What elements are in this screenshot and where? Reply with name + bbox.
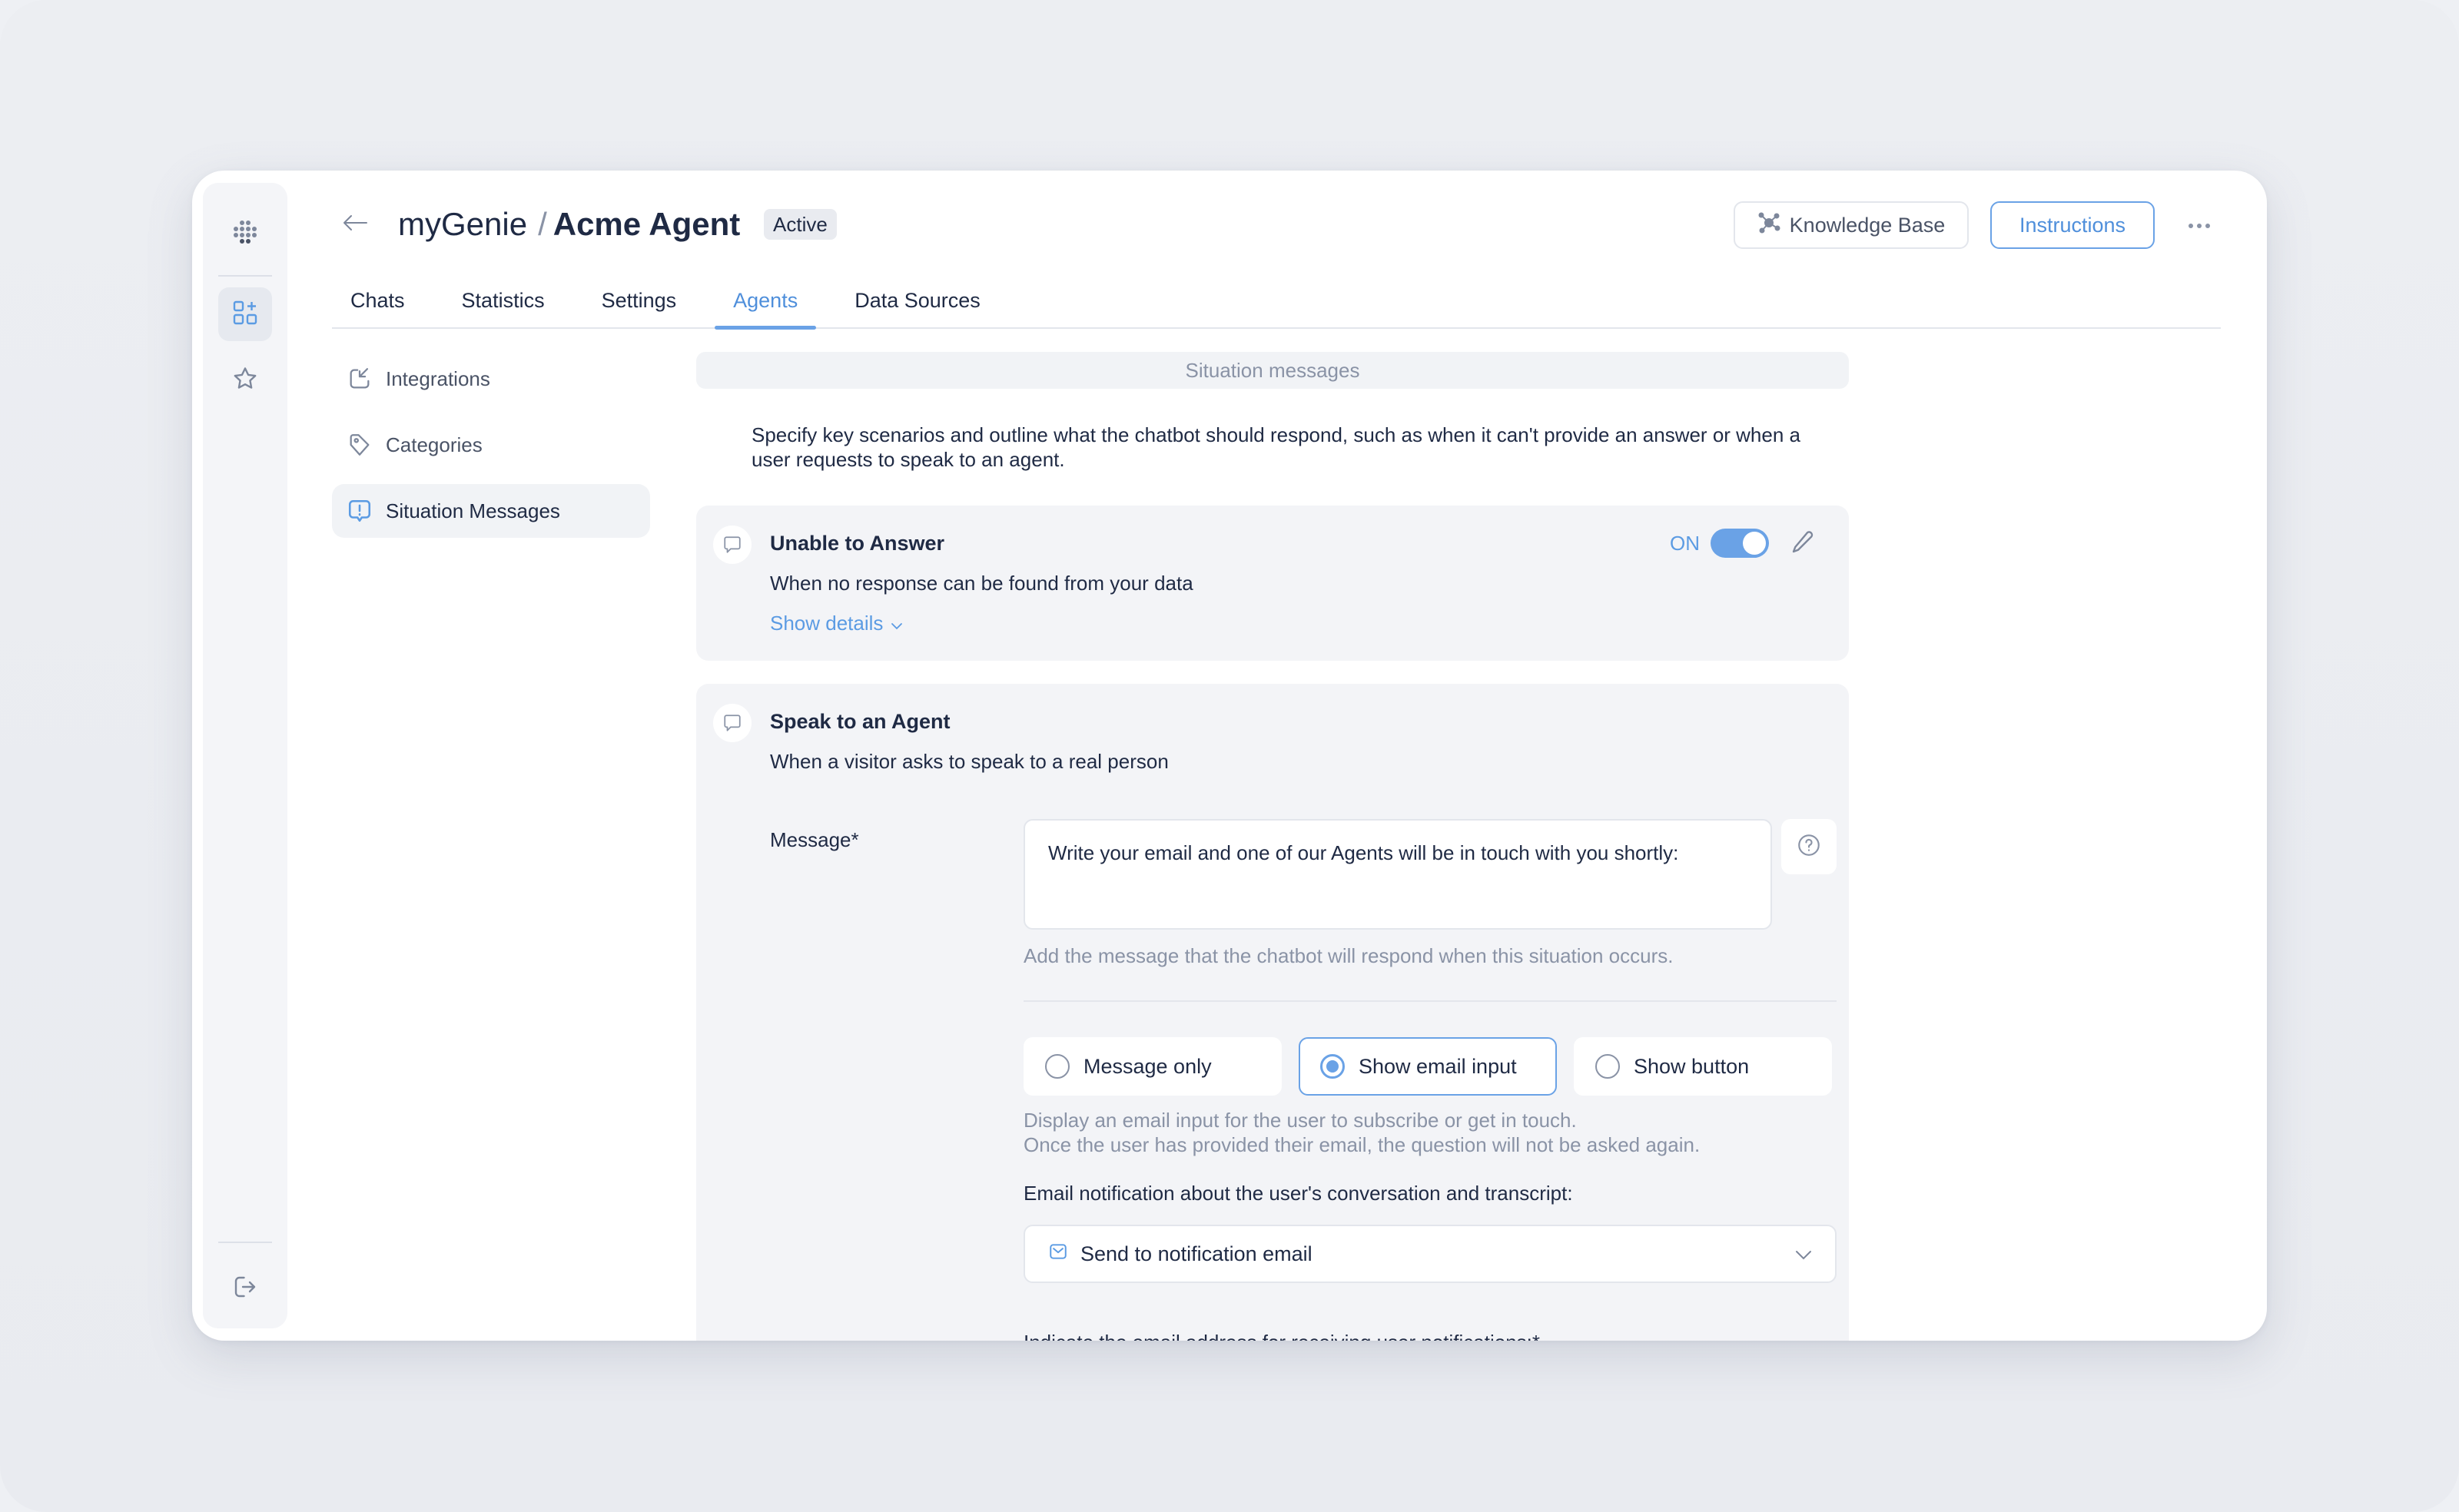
logout-button[interactable] xyxy=(218,1262,272,1315)
network-icon xyxy=(1757,211,1780,240)
situation-messages-panel: Situation messages Specify key scenarios… xyxy=(696,352,1849,1341)
pencil-icon xyxy=(1789,529,1817,560)
email-address-label: Indicate the email address for receiving… xyxy=(1024,1331,1540,1341)
nav-item-categories[interactable]: Categories xyxy=(332,418,650,472)
more-dot xyxy=(2197,224,2202,228)
toggle-state-label: ON xyxy=(1670,531,1700,555)
email-notification-select[interactable]: Send to notification email xyxy=(1024,1225,1837,1283)
tab-settings[interactable]: Settings xyxy=(583,278,695,327)
nav-item-label: Categories xyxy=(386,433,483,456)
chevron-down-icon xyxy=(1795,1242,1812,1266)
more-options-button[interactable] xyxy=(2182,209,2216,243)
select-value: Send to notification email xyxy=(1080,1242,1312,1265)
tab-data-sources[interactable]: Data Sources xyxy=(836,278,999,327)
page-title: myGenie / Acme Agent xyxy=(398,204,740,244)
radio-show-button[interactable]: Show button xyxy=(1574,1037,1832,1096)
nav-item-label: Situation Messages xyxy=(386,499,560,522)
back-button[interactable] xyxy=(340,209,370,240)
chevron-down-icon xyxy=(891,612,903,635)
more-dot xyxy=(2189,224,2193,228)
more-dot xyxy=(2205,224,2210,228)
option-hint-line: Display an email input for the user to s… xyxy=(1024,1109,1577,1132)
tag-icon xyxy=(346,431,373,459)
section-intro: Specify key scenarios and outline what t… xyxy=(752,423,1800,471)
show-details-link[interactable]: Show details xyxy=(770,612,903,635)
question-circle-icon xyxy=(1796,832,1822,862)
nav-item-situation-messages[interactable]: Situation Messages xyxy=(332,484,650,538)
envelope-icon xyxy=(1048,1242,1068,1267)
radio-label: Show email input xyxy=(1359,1054,1517,1078)
rail-divider xyxy=(218,1242,272,1243)
rail-dashboard-button[interactable] xyxy=(218,287,272,341)
chat-bubble-icon xyxy=(713,526,752,564)
situation-description: When no response can be found from your … xyxy=(770,572,1193,595)
rail-favorites-button[interactable] xyxy=(218,353,272,407)
icon-rail xyxy=(203,183,287,1328)
situation-description: When a visitor asks to speak to a real p… xyxy=(770,750,1169,773)
message-textarea[interactable] xyxy=(1024,819,1772,930)
alert-message-icon xyxy=(346,497,373,525)
radio-show-email-input[interactable]: Show email input xyxy=(1299,1037,1557,1096)
radio-indicator xyxy=(1595,1054,1620,1079)
settings-nav: Integrations Categories Situation Messag… xyxy=(332,352,650,550)
situation-title: Unable to Answer xyxy=(770,532,945,555)
tab-statistics[interactable]: Statistics xyxy=(443,278,563,327)
situation-enabled-toggle[interactable] xyxy=(1711,529,1769,558)
tab-bar: Chats Statistics Settings Agents Data So… xyxy=(332,278,2221,330)
response-type-radio-group: Message only Show email input Show butto… xyxy=(1024,1037,1832,1096)
radio-indicator xyxy=(1320,1054,1345,1079)
integrations-icon xyxy=(346,365,373,393)
option-hint: Display an email input for the user to s… xyxy=(1024,1108,1700,1157)
app-window: myGenie / Acme Agent Active Knowledge Ba… xyxy=(192,171,2267,1341)
message-hint: Add the message that the chatbot will re… xyxy=(1024,944,1674,967)
rail-divider xyxy=(218,275,272,277)
logout-icon xyxy=(231,1273,259,1305)
message-label: Message* xyxy=(770,828,859,851)
star-icon xyxy=(231,365,259,396)
radio-indicator xyxy=(1045,1054,1070,1079)
email-notification-label: Email notification about the user's conv… xyxy=(1024,1182,1573,1205)
situation-card-speak-to-agent: Speak to an Agent When a visitor asks to… xyxy=(696,684,1849,1341)
radio-label: Message only xyxy=(1083,1054,1212,1078)
nav-item-integrations[interactable]: Integrations xyxy=(332,352,650,406)
status-badge: Active xyxy=(764,209,837,240)
agent-name: Acme Agent xyxy=(553,206,741,242)
tab-chats[interactable]: Chats xyxy=(332,278,423,327)
tab-agents[interactable]: Agents xyxy=(715,278,817,330)
knowledge-base-label: Knowledge Base xyxy=(1789,213,1946,237)
radio-label: Show button xyxy=(1634,1054,1750,1078)
situation-title: Speak to an Agent xyxy=(770,710,951,733)
section-divider xyxy=(1024,1000,1837,1002)
nav-item-label: Integrations xyxy=(386,366,490,390)
situation-card-unable-to-answer: Unable to Answer When no response can be… xyxy=(696,506,1849,661)
option-hint-line: Once the user has provided their email, … xyxy=(1024,1133,1701,1156)
instructions-button[interactable]: Instructions xyxy=(1990,201,2155,249)
breadcrumb-root[interactable]: myGenie xyxy=(398,204,527,244)
chat-bubble-icon xyxy=(713,704,752,742)
show-details-label: Show details xyxy=(770,612,884,635)
radio-message-only[interactable]: Message only xyxy=(1024,1037,1282,1096)
arrow-left-icon xyxy=(342,214,368,236)
help-button[interactable] xyxy=(1781,819,1837,874)
knowledge-base-button[interactable]: Knowledge Base xyxy=(1734,201,1969,249)
app-logo-icon[interactable] xyxy=(230,218,261,249)
section-title: Situation messages xyxy=(696,352,1849,389)
edit-button[interactable] xyxy=(1787,529,1818,559)
situation-toggle-group: ON xyxy=(1670,529,1769,558)
breadcrumb-separator: / xyxy=(538,206,547,242)
add-widget-icon xyxy=(232,300,258,330)
